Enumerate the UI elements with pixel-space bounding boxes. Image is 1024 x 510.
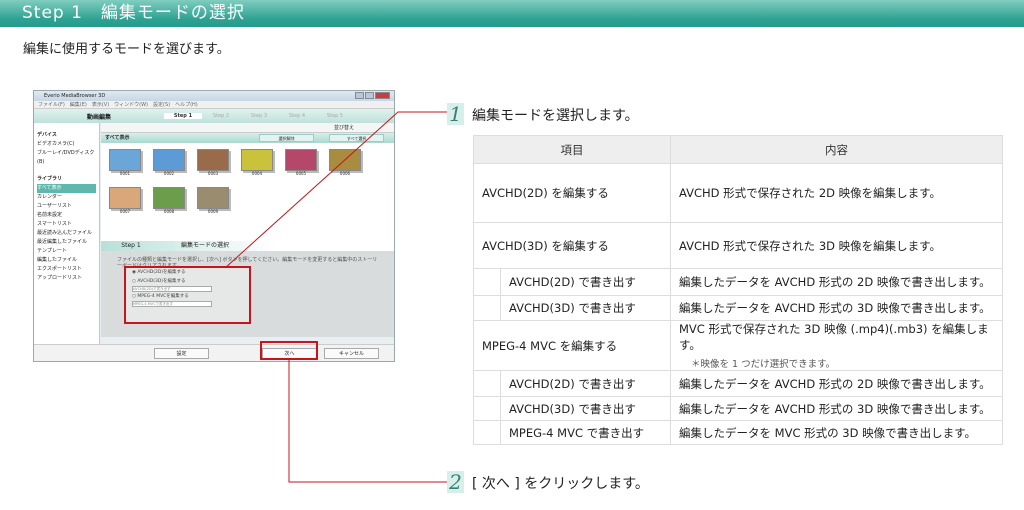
table-row: AVCHD(2D) で書き出す 編集したデータを AVCHD 形式の 2D 映像で… (473, 370, 1003, 397)
item-cell: AVCHD(3D) で書き出す (500, 396, 671, 421)
desc-text: 編集したデータを AVCHD 形式の 2D 映像で書き出します。 (679, 376, 991, 391)
desc-text: AVCHD 形式で保存された 2D 映像を編集します。 (679, 186, 942, 200)
table-row: AVCHD(3D) で書き出す 編集したデータを AVCHD 形式の 3D 映像で… (473, 396, 1003, 421)
callout-line-2 (288, 358, 447, 483)
table-row: AVCHD(3D) を編集する AVCHD 形式で保存された 3D 映像を編集しま… (473, 222, 1003, 269)
indent-cell (473, 295, 501, 321)
callout-line-1 (224, 111, 447, 269)
step-text-1: 編集モードを選択します。 (472, 108, 639, 124)
column-header-item: 項目 (473, 135, 671, 164)
item-cell: MPEG-4 MVC を編集する (473, 320, 671, 371)
desc-cell: 編集したデータを AVCHD 形式の 2D 映像で書き出します。 (670, 268, 1003, 296)
indent-cell (473, 370, 501, 397)
item-cell: MPEG-4 MVC で書き出す (500, 420, 671, 445)
item-cell: AVCHD(2D) で書き出す (500, 268, 671, 296)
item-cell: AVCHD(3D) を編集する (473, 222, 671, 269)
desc-cell: MVC 形式で保存された 3D 映像 (.mp4)(.mb3) を編集します。 ＊… (670, 320, 1003, 371)
desc-text: MVC 形式で保存された 3D 映像 (.mp4)(.mb3) を編集します。 (679, 322, 989, 352)
step-number-2: 2 (447, 471, 464, 493)
desc-cell: AVCHD 形式で保存された 2D 映像を編集します。 (670, 163, 1003, 223)
desc-cell: 編集したデータを AVCHD 形式の 3D 映像で書き出します。 (670, 295, 1003, 321)
desc-cell: 編集したデータを MVC 形式の 3D 映像で書き出します。 (670, 420, 1003, 445)
desc-text: 編集したデータを AVCHD 形式の 2D 映像で書き出します。 (679, 275, 991, 289)
item-cell: AVCHD(3D) で書き出す (500, 295, 671, 321)
indent-cell (473, 420, 501, 445)
step-text-2: [ 次へ ] をクリックします。 (472, 476, 649, 492)
desc-cell: 編集したデータを AVCHD 形式の 3D 映像で書き出します。 (670, 396, 1003, 421)
mode-table: 項目 内容 AVCHD(2D) を編集する AVCHD 形式で保存された 2D 映像… (473, 135, 1003, 445)
table-row: AVCHD(2D) で書き出す 編集したデータを AVCHD 形式の 2D 映像で… (473, 268, 1003, 296)
indent-cell (473, 396, 501, 421)
table-row: AVCHD(3D) で書き出す 編集したデータを AVCHD 形式の 3D 映像で… (473, 295, 1003, 321)
table-row: AVCHD(2D) を編集する AVCHD 形式で保存された 2D 映像を編集しま… (473, 163, 1003, 223)
table-row: MPEG-4 MVC で書き出す 編集したデータを MVC 形式の 3D 映像で書… (473, 420, 1003, 445)
desc-text: AVCHD 形式で保存された 3D 映像を編集します。 (679, 238, 942, 253)
item-cell: AVCHD(2D) を編集する (473, 163, 671, 223)
desc-cell: 編集したデータを AVCHD 形式の 2D 映像で書き出します。 (670, 370, 1003, 397)
desc-note: ＊映像を 1 つだけ選択できます。 (691, 359, 836, 370)
column-header-content: 内容 (670, 135, 1003, 164)
desc-text: 編集したデータを MVC 形式の 3D 映像で書き出します。 (679, 425, 976, 440)
item-cell: AVCHD(2D) で書き出す (500, 370, 671, 397)
desc-text: 編集したデータを AVCHD 形式の 3D 映像で書き出します。 (679, 401, 991, 416)
desc-text: 編集したデータを AVCHD 形式の 3D 映像で書き出します。 (679, 301, 991, 315)
step-number-1: 1 (447, 103, 464, 125)
table-row: MPEG-4 MVC を編集する MVC 形式で保存された 3D 映像 (.mp4… (473, 320, 1003, 371)
desc-cell: AVCHD 形式で保存された 3D 映像を編集します。 (670, 222, 1003, 269)
indent-cell (473, 268, 501, 296)
